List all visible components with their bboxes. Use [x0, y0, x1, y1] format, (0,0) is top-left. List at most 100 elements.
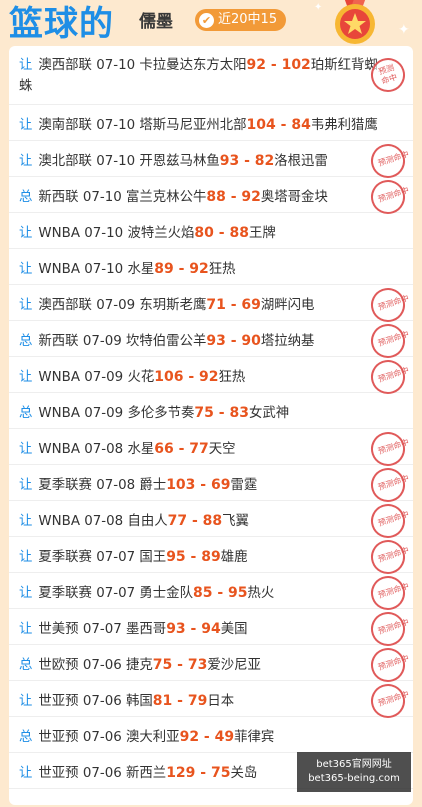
- list-item[interactable]: 总世欧预 07-06 捷克75 - 73爱沙尼亚 预测命中: [9, 643, 413, 687]
- home-score: 89: [154, 260, 174, 277]
- bet-type: 让: [19, 261, 33, 277]
- match-date: 07-10: [96, 153, 136, 169]
- match-date: 07-09: [84, 369, 124, 385]
- home-score: 88: [206, 188, 226, 205]
- league-name: WNBA: [38, 441, 80, 457]
- score-separator: -: [225, 332, 242, 349]
- home-score: 106: [154, 368, 184, 385]
- hit-stamp-icon: 预测命中: [366, 535, 410, 579]
- bet-type: 让: [19, 765, 33, 781]
- home-team: 墨西哥: [126, 621, 167, 637]
- match-date: 07-10: [96, 58, 136, 73]
- away-team: 热火: [247, 585, 275, 601]
- hit-stamp-label: 预测命中: [376, 293, 411, 312]
- away-score: 82: [254, 152, 275, 169]
- list-item[interactable]: 让夏季联赛 07-07 勇士金队85 - 95热火 预测命中: [9, 571, 413, 615]
- away-score: 77: [189, 440, 209, 457]
- home-team: 波特兰火焰: [127, 225, 195, 241]
- list-item[interactable]: 总 WNBA 07-09 多伦多节奏75 - 83女武神: [9, 393, 413, 429]
- away-team: 洛根迅雷: [274, 153, 328, 169]
- watermark: bet365官网网址 bet365-being.com: [297, 752, 411, 792]
- hit-stamp-label: 预测命中: [376, 509, 411, 528]
- score-separator: -: [172, 656, 188, 673]
- list-item[interactable]: 让澳南部联 07-10 塔斯马尼亚州北部104 - 84韦弗利猎鹰: [9, 105, 413, 141]
- list-item[interactable]: 让世美预 07-07 墨西哥93 - 94美国 预测命中: [9, 607, 413, 651]
- list-item[interactable]: 让世亚预 07-06 韩国81 - 79日本 预测命中: [9, 679, 413, 723]
- match-date: 07-09: [96, 297, 136, 313]
- home-team: 韩国: [126, 693, 153, 709]
- league-name: WNBA: [38, 405, 80, 421]
- match-date: 07-08: [84, 441, 124, 457]
- match-text: 让 WNBA 07-08 自由人77 - 88飞翼: [19, 509, 249, 529]
- away-score: 88: [229, 224, 249, 241]
- match-text: 总新西联 07-09 坎特伯雷公羊93 - 90塔拉纳基: [19, 329, 314, 349]
- league-name: 夏季联赛: [38, 585, 92, 601]
- away-score: 92: [241, 188, 261, 205]
- away-team: 菲律宾: [234, 729, 275, 745]
- league-name: 澳南部联: [38, 117, 92, 133]
- list-item[interactable]: 让 WNBA 07-09 火花106 - 92狂热 预测命中: [9, 355, 413, 399]
- away-score: 94: [201, 620, 221, 637]
- hit-stamp-icon: 预测命中: [366, 427, 410, 471]
- home-score: 80: [194, 224, 214, 241]
- list-item[interactable]: 让澳西部联 07-09 东玥斯老鹰71 - 69湖畔闪电 预测命中: [9, 283, 413, 327]
- away-team: 飞翼: [222, 513, 249, 529]
- score-separator: -: [225, 296, 242, 313]
- home-score: 93: [206, 332, 226, 349]
- match-text: 让澳西部联 07-10 卡拉曼达东方太阳92 - 102珀斯红背蜘蛛: [19, 55, 389, 97]
- home-team: 爵士: [139, 477, 167, 493]
- home-team: 多伦多节奏: [127, 405, 195, 421]
- away-score: 75: [210, 764, 231, 781]
- away-team: 狂热: [218, 369, 246, 385]
- medal-icon: [335, 0, 375, 44]
- away-score: 95: [228, 584, 248, 601]
- list-item[interactable]: 让澳西部联 07-10 卡拉曼达东方太阳92 - 102珀斯红背蜘蛛 预测命中: [9, 46, 413, 105]
- home-team: 开恩兹马林鱼: [139, 153, 220, 169]
- list-item[interactable]: 让 WNBA 07-08 水星66 - 77天空 预测命中: [9, 427, 413, 471]
- list-item[interactable]: 让夏季联赛 07-07 国王95 - 89雄鹿 预测命中: [9, 535, 413, 579]
- list-item[interactable]: 总新西联 07-10 富兰克林公牛88 - 92奥塔哥金块 预测命中: [9, 175, 413, 219]
- away-score: 89: [201, 548, 221, 565]
- list-item[interactable]: 让澳北部联 07-10 开恩兹马林鱼93 - 82洛根迅雷 预测命中: [9, 139, 413, 183]
- list-item[interactable]: 让 WNBA 07-08 自由人77 - 88飞翼 预测命中: [9, 499, 413, 543]
- match-date: 07-10: [96, 117, 136, 133]
- home-team: 火花: [127, 369, 155, 385]
- hit-stamp-label: 预测命中: [376, 185, 411, 204]
- match-date: 07-06: [82, 657, 122, 673]
- match-date: 07-06: [82, 729, 122, 745]
- list-item[interactable]: 总世亚预 07-06 澳大利亚92 - 49菲律宾: [9, 717, 413, 753]
- score-separator: -: [239, 152, 255, 169]
- match-date: 07-06: [82, 765, 122, 781]
- league-name: 新西联: [38, 189, 79, 205]
- bet-type: 总: [19, 333, 33, 349]
- match-date: 07-07: [82, 621, 122, 637]
- home-team: 水星: [127, 261, 155, 277]
- match-date: 07-09: [82, 333, 122, 349]
- bet-type: 总: [19, 657, 33, 673]
- hit-stamp-icon: 预测命中: [366, 607, 410, 651]
- bet-type: 总: [19, 405, 33, 421]
- list-item[interactable]: 让 WNBA 07-10 波特兰火焰80 - 88王牌: [9, 213, 413, 249]
- expert-name[interactable]: 儒墨: [139, 12, 173, 32]
- list-item[interactable]: 让 WNBA 07-10 水星89 - 92狂热: [9, 249, 413, 285]
- league-name: 世亚预: [38, 729, 79, 745]
- league-name: 澳西部联: [38, 297, 92, 313]
- score-separator: -: [185, 620, 202, 637]
- score-separator: -: [187, 512, 203, 529]
- match-date: 07-07: [96, 585, 136, 601]
- bet-type: 让: [19, 513, 33, 529]
- hit-stamp-label: 预测命中: [376, 365, 411, 384]
- away-team: 塔拉纳基: [260, 333, 315, 349]
- score-separator: -: [213, 404, 230, 421]
- away-team: 雄鹿: [220, 549, 248, 565]
- list-item[interactable]: 让夏季联赛 07-08 爵士103 - 69雷霆 预测命中: [9, 463, 413, 507]
- list-item[interactable]: 总新西联 07-09 坎特伯雷公羊93 - 90塔拉纳基 预测命中: [9, 319, 413, 363]
- match-text: 让世美预 07-07 墨西哥93 - 94美国: [19, 617, 248, 637]
- league-name: 澳北部联: [38, 153, 92, 169]
- away-score: 83: [229, 404, 249, 421]
- home-score: 75: [152, 656, 173, 673]
- score-separator: -: [183, 368, 200, 385]
- hit-stamp-label: 预测命中: [376, 653, 411, 672]
- away-score: 49: [214, 728, 235, 745]
- bet-type: 总: [19, 729, 33, 745]
